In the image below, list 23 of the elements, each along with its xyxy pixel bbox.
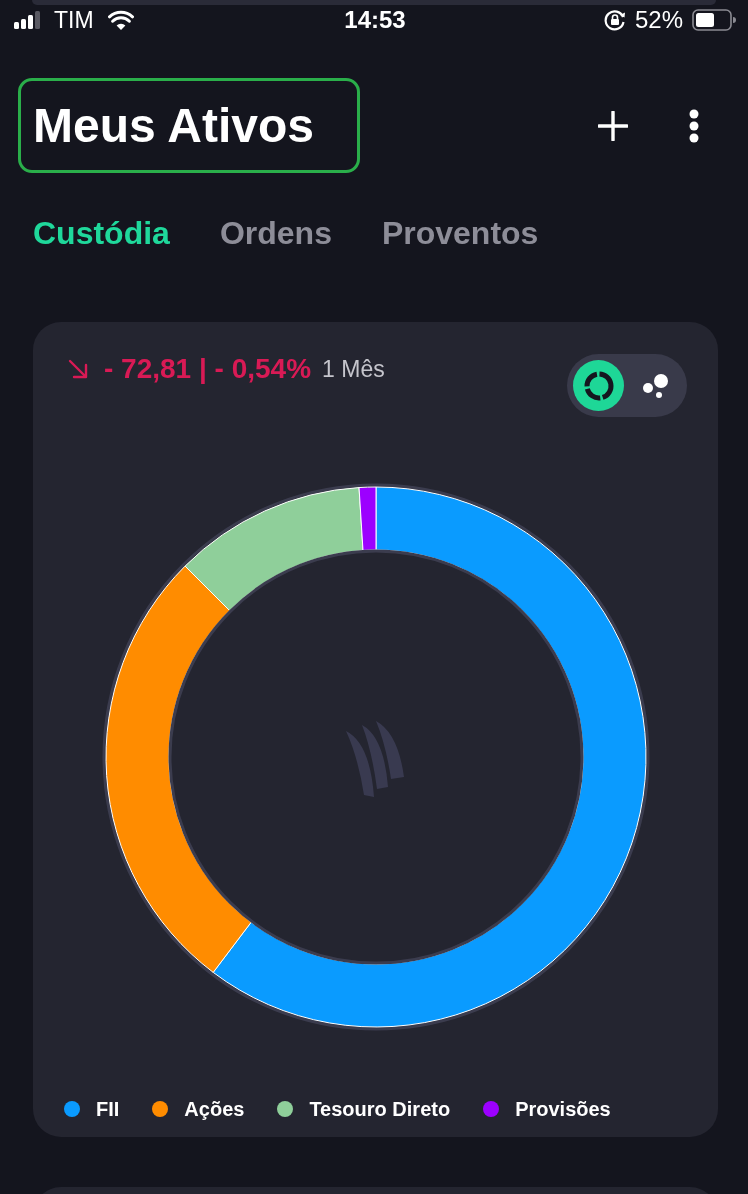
plus-icon: [598, 110, 628, 141]
legend-label: Provisões: [515, 1097, 611, 1121]
wifi-icon: [107, 10, 134, 30]
legend-label: Tesouro Direto: [309, 1097, 451, 1121]
legend-label: FII: [96, 1097, 120, 1121]
donut-chart-icon: [582, 369, 615, 402]
tab[interactable]: Ordens: [219, 213, 332, 253]
battery-icon: [692, 9, 736, 31]
carrier-name: TIM: [54, 7, 94, 33]
performance-period: 1 Mês: [322, 355, 385, 384]
bubbles-icon: [642, 373, 669, 398]
battery-percentage: 52%: [634, 7, 683, 33]
performance-change: - 72,81 | - 0,54%: [104, 354, 312, 384]
rotation-lock-icon: [603, 9, 626, 31]
kebab-menu-icon: [689, 108, 699, 143]
clock-time: 14:53: [344, 7, 406, 33]
legend-label: Ações: [184, 1097, 245, 1121]
page-title: Meus Ativos: [33, 97, 314, 154]
sail-logo-icon: [345, 721, 404, 797]
tab[interactable]: Custódia: [33, 213, 170, 253]
donut-view-button[interactable]: [573, 360, 624, 411]
signal-icon: [14, 11, 40, 29]
tab[interactable]: Proventos: [381, 213, 539, 253]
